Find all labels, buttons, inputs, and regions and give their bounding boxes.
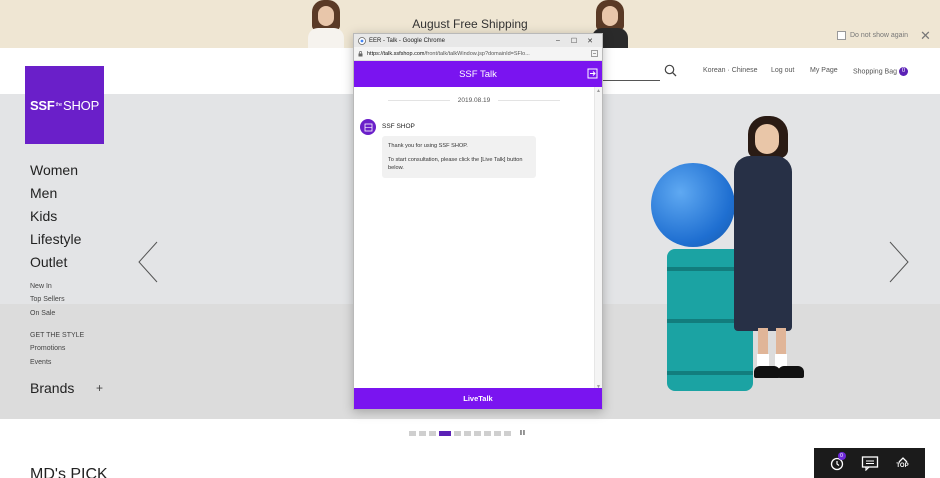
- mypage-link[interactable]: My Page: [810, 67, 838, 74]
- nav-get-the-style-header: GET THE STYLE: [30, 332, 85, 339]
- translate-icon[interactable]: [591, 50, 598, 57]
- checkbox-icon[interactable]: [837, 31, 846, 40]
- top-label: TOP: [896, 463, 909, 469]
- talk-header-title: SSF Talk: [459, 68, 497, 80]
- pager-dot[interactable]: [454, 431, 461, 436]
- nav-kids[interactable]: Kids: [30, 208, 57, 224]
- nav-promotions[interactable]: Promotions: [30, 345, 65, 352]
- pager-dot[interactable]: [429, 431, 436, 436]
- nav-brands[interactable]: Brands: [30, 380, 74, 396]
- talk-header: SSF Talk: [354, 61, 602, 87]
- pager-dot[interactable]: [419, 431, 426, 436]
- pager-dot[interactable]: [409, 431, 416, 436]
- pager-dot[interactable]: [504, 431, 511, 436]
- exit-icon[interactable]: [587, 68, 598, 79]
- language-link[interactable]: Korean · Chinese: [703, 67, 757, 74]
- nav-top-sellers[interactable]: Top Sellers: [30, 296, 65, 303]
- nav-women[interactable]: Women: [30, 162, 78, 178]
- pager-dot[interactable]: [464, 431, 471, 436]
- bot-message-line: To start consultation, please click the …: [388, 157, 523, 171]
- hero-model-image: [726, 116, 816, 396]
- nav-events[interactable]: Events: [30, 359, 51, 366]
- pager-dot[interactable]: [484, 431, 491, 436]
- minimize-button[interactable]: –: [550, 37, 566, 44]
- nav-outlet[interactable]: Outlet: [30, 254, 67, 270]
- shopping-bag-link[interactable]: Shopping Bag 0: [853, 67, 908, 76]
- chrome-icon: [358, 36, 366, 45]
- nav-on-sale[interactable]: On Sale: [30, 310, 55, 317]
- hero-prev-arrow-icon[interactable]: [137, 241, 159, 283]
- pager-dot[interactable]: [474, 431, 481, 436]
- nav-new-in[interactable]: New In: [30, 283, 52, 290]
- chat-date: 2019.08.19: [457, 97, 491, 104]
- bot-name: SSF SHOP: [382, 123, 415, 130]
- floating-toolbar: 0 TOP: [814, 448, 925, 478]
- chat-button[interactable]: [859, 452, 881, 474]
- hero-ball-image: [651, 163, 735, 247]
- logo-text: SSF: [29, 97, 55, 113]
- nav-men[interactable]: Men: [30, 185, 57, 201]
- logo-text-small: SHOP: [63, 97, 100, 113]
- date-divider: 2019.08.19: [354, 97, 594, 104]
- banner-title: August Free Shipping: [412, 17, 528, 31]
- popup-titlebar[interactable]: EER - Talk - Google Chrome – ☐ ✕: [354, 34, 602, 47]
- bag-count-badge: 0: [898, 67, 908, 76]
- brands-expand-icon[interactable]: +: [96, 381, 103, 395]
- search-icon[interactable]: [664, 64, 677, 77]
- pager-dot[interactable]: [494, 431, 501, 436]
- banner-close-icon[interactable]: ✕: [920, 28, 931, 44]
- popup-window-title: EER - Talk - Google Chrome: [369, 37, 445, 44]
- chat-scrollbar[interactable]: ▲ ▼: [594, 87, 602, 391]
- nav-lifestyle[interactable]: Lifestyle: [30, 231, 81, 247]
- address-url: https://talk.ssfshop.com/front/talk/talk…: [367, 50, 530, 57]
- talk-popup-window[interactable]: EER - Talk - Google Chrome – ☐ ✕ https:/…: [353, 33, 603, 410]
- hero-pagination: II: [409, 430, 526, 437]
- bot-message-bubble: Thank you for using SSF SHOP. To start c…: [382, 136, 536, 178]
- do-not-show-again-label: Do not show again: [850, 32, 908, 39]
- history-count-badge: 0: [837, 452, 846, 460]
- hero-next-arrow-icon[interactable]: [888, 241, 910, 283]
- chat-bubble-icon: [861, 456, 878, 471]
- do-not-show-again-checkbox[interactable]: Do not show again: [837, 31, 908, 40]
- search-input[interactable]: [600, 80, 660, 81]
- ssf-shop-logo[interactable]: SSF the SHOP: [25, 66, 104, 144]
- shopping-bag-label: Shopping Bag: [853, 68, 897, 76]
- scroll-top-button[interactable]: TOP: [892, 452, 914, 474]
- page: August Free Shipping Do not show again ✕: [0, 0, 940, 478]
- mdpick-section-title: MD's PICK: [30, 466, 108, 478]
- address-bar[interactable]: https://talk.ssfshop.com/front/talk/talk…: [354, 47, 602, 61]
- bot-avatar-icon: [360, 119, 376, 135]
- pause-icon[interactable]: II: [520, 430, 526, 437]
- recent-history-button[interactable]: 0: [826, 452, 848, 474]
- lock-icon: [358, 50, 363, 56]
- scroll-up-icon[interactable]: ▲: [596, 88, 601, 94]
- close-window-button[interactable]: ✕: [582, 37, 598, 45]
- livetalk-button[interactable]: LiveTalk: [354, 388, 602, 409]
- maximize-button[interactable]: ☐: [566, 37, 582, 45]
- pager-dot-active[interactable]: [439, 431, 451, 436]
- logout-link[interactable]: Log out: [771, 67, 794, 74]
- chat-messages[interactable]: 2019.08.19 SSF SHOP Thank you for using …: [354, 87, 602, 391]
- bot-message-line: Thank you for using SSF SHOP.: [388, 143, 468, 149]
